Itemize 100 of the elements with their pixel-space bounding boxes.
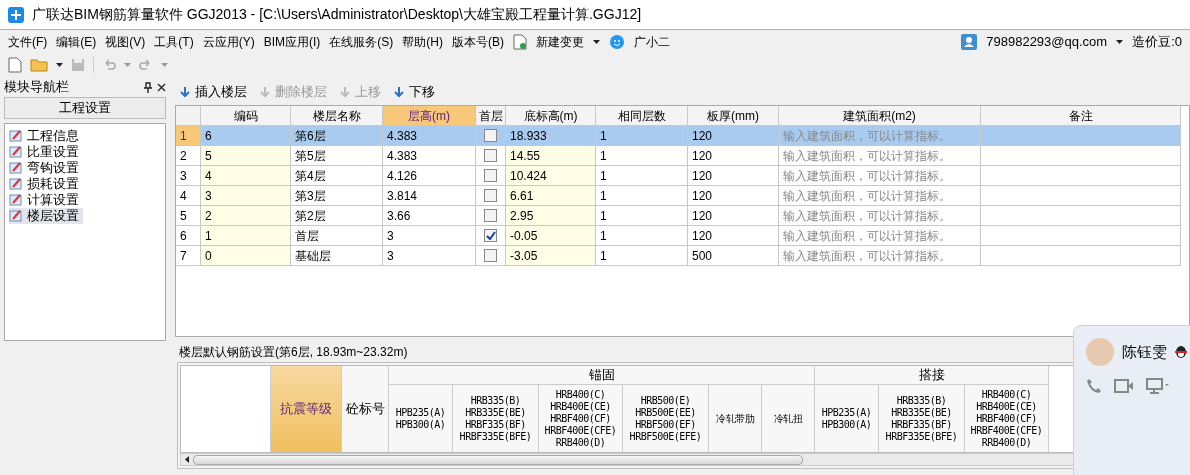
column-header[interactable]: 编码	[201, 106, 291, 126]
table-cell: 第5层	[291, 146, 383, 166]
input-field[interactable]	[981, 166, 1181, 186]
row-number: 1	[176, 126, 201, 146]
nav-item[interactable]: 楼层设置	[9, 208, 83, 224]
new-file-icon[interactable]	[8, 57, 22, 73]
menu-item[interactable]: BIM应用(I)	[263, 33, 321, 51]
checkbox[interactable]	[484, 189, 497, 202]
toolbar-button[interactable]: 下移	[393, 82, 435, 102]
input-field[interactable]	[981, 126, 1181, 146]
menu-item[interactable]: 帮助(H)	[402, 33, 443, 51]
arrow-icon	[259, 86, 271, 98]
nav-item[interactable]: 工程信息	[9, 128, 83, 144]
section-header[interactable]: 工程设置	[4, 97, 166, 119]
table-cell: 第3层	[291, 186, 383, 206]
checkbox[interactable]	[484, 229, 497, 242]
column-header: HRB335(B) HRB335E(BE) HRBF335(BF) HRBF335E(BFE)	[453, 385, 539, 452]
table-cell: 120	[688, 146, 779, 166]
table-cell: 10.424	[506, 166, 596, 186]
menu-item[interactable]: 文件(F)	[8, 33, 48, 51]
table-cell: 14.55	[506, 146, 596, 166]
input-field[interactable]	[981, 246, 1181, 266]
input-field[interactable]: 输入建筑面积，可以计算指标。	[779, 166, 981, 186]
table-cell: 3.814	[383, 186, 476, 206]
checkbox[interactable]	[484, 149, 497, 162]
save-icon[interactable]	[71, 58, 85, 72]
table-cell: 3	[383, 226, 476, 246]
nav-item[interactable]: 损耗设置	[9, 176, 83, 192]
table-cell: 5	[201, 146, 291, 166]
document-icon[interactable]	[513, 34, 527, 50]
table-cell: 第6层	[291, 126, 383, 146]
app-logo-icon	[8, 6, 24, 23]
column-header[interactable]: 首层	[476, 106, 506, 126]
input-field[interactable]: 输入建筑面积，可以计算指标。	[779, 146, 981, 166]
row-number: 4	[176, 186, 201, 206]
input-field[interactable]: 输入建筑面积，可以计算指标。	[779, 246, 981, 266]
scroll-left-icon[interactable]	[185, 456, 189, 463]
checkbox[interactable]	[484, 129, 497, 142]
input-field[interactable]	[981, 146, 1181, 166]
table-cell: 4	[201, 166, 291, 186]
table-cell: 18.933	[506, 126, 596, 146]
menu-item[interactable]: 版本号(B)	[452, 33, 504, 51]
table-cell: 6	[201, 126, 291, 146]
table-cell: 6.61	[506, 186, 596, 206]
menu-item[interactable]: 编辑(E)	[56, 33, 97, 51]
menu-item[interactable]: 广小二	[634, 33, 670, 51]
redo-icon[interactable]	[139, 58, 153, 72]
input-field[interactable]: 输入建筑面积，可以计算指标。	[779, 226, 981, 246]
menu-item[interactable]: 在线服务(S)	[329, 33, 394, 51]
phone-icon[interactable]	[1086, 378, 1102, 394]
table-cell: 120	[688, 186, 779, 206]
input-field[interactable]	[981, 206, 1181, 226]
table-cell: 1	[596, 226, 688, 246]
window-title: 广联达BIM钢筋算量软件 GGJ2013 - [C:\Users\Administrator\Desktop\大雄宝殿工程量计算.GGJ12]	[32, 5, 642, 24]
undo-icon[interactable]	[102, 58, 116, 72]
checkbox[interactable]	[484, 249, 497, 262]
table-cell: 1	[596, 146, 688, 166]
column-header[interactable]: 板厚(mm)	[688, 106, 779, 126]
column-header[interactable]: 底标高(m)	[506, 106, 596, 126]
column-header[interactable]: 建筑面积(m2)	[779, 106, 981, 126]
folder-icon[interactable]	[30, 58, 48, 72]
dropdown-caret-icon[interactable]	[593, 40, 600, 44]
menu-item[interactable]: 工具(T)	[154, 33, 194, 51]
menu-item[interactable]: 云应用(Y)	[202, 33, 255, 51]
column-header: 冷轧扭	[762, 385, 815, 452]
pin-icon[interactable]	[143, 81, 153, 93]
column-header[interactable]: 楼层名称	[291, 106, 383, 126]
column-header[interactable]: 抗震等级	[271, 366, 342, 452]
smiley-icon[interactable]	[609, 34, 625, 50]
dropdown-caret-icon[interactable]	[1116, 40, 1124, 44]
dropdown-caret-icon[interactable]	[56, 63, 63, 67]
column-header[interactable]: 相同层数	[596, 106, 688, 126]
input-field[interactable]	[981, 226, 1181, 246]
toolbar-button[interactable]: 插入楼层	[179, 82, 247, 102]
column-header[interactable]: 层高(m)	[383, 106, 476, 126]
row-number: 6	[176, 226, 201, 246]
input-field[interactable]: 输入建筑面积，可以计算指标。	[779, 186, 981, 206]
nav-item[interactable]: 弯钩设置	[9, 160, 83, 176]
checkbox[interactable]	[484, 169, 497, 182]
close-icon[interactable]	[157, 82, 166, 92]
row-number: 7	[176, 246, 201, 266]
menu-item[interactable]: 新建变更	[536, 33, 584, 51]
column-header[interactable]: 砼标号	[342, 366, 389, 452]
table-cell: 3.66	[383, 206, 476, 226]
input-field[interactable]	[981, 186, 1181, 206]
account-menu[interactable]: 798982293@qq.com	[986, 32, 1108, 52]
menu-item[interactable]: 视图(V)	[105, 33, 146, 51]
nav-item[interactable]: 计算设置	[9, 192, 83, 208]
column-header[interactable]: 备注	[981, 106, 1181, 126]
checkbox[interactable]	[484, 209, 497, 222]
table-cell: 4.383	[383, 146, 476, 166]
table-cell: 120	[688, 226, 779, 246]
column-header: HPB235(A) HPB300(A)	[389, 385, 453, 452]
table-cell: 第2层	[291, 206, 383, 226]
video-camera-icon[interactable]	[1114, 379, 1134, 393]
arrow-icon	[393, 86, 405, 98]
column-header: HRB335(B) HRB335E(BE) HRBF335(BF) HRBF335E(BFE)	[879, 385, 965, 452]
nav-item[interactable]: 比重设置	[9, 144, 83, 160]
screen-share-icon[interactable]	[1146, 378, 1170, 394]
input-field[interactable]: 输入建筑面积，可以计算指标。	[779, 206, 981, 226]
